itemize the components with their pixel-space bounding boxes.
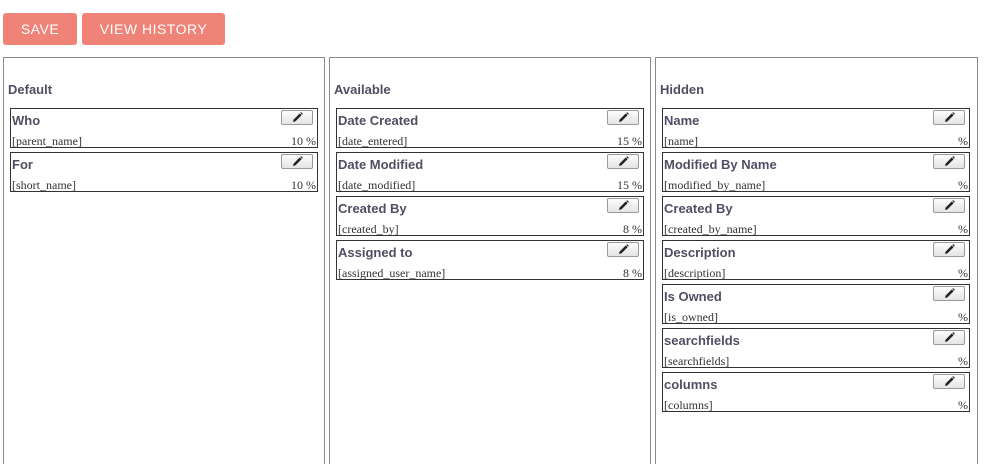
field-name: [modified_by_name] xyxy=(664,178,766,192)
field-item[interactable]: Created By [created_by] 8 % xyxy=(336,196,644,236)
field-name: [short_name] xyxy=(12,178,76,192)
edit-field-button[interactable] xyxy=(607,110,639,125)
available-panel: Available Date Created [date_entered] 15 %… xyxy=(329,57,651,464)
field-label: searchfields xyxy=(664,333,740,348)
field-item[interactable]: Created By [created_by_name]% xyxy=(662,196,970,236)
edit-field-button[interactable] xyxy=(933,242,965,257)
field-label: Is Owned xyxy=(664,289,722,304)
pencil-icon xyxy=(945,332,955,342)
panel-title: Default xyxy=(8,82,53,97)
field-width: % xyxy=(958,134,968,148)
view-history-button[interactable]: VIEW HISTORY xyxy=(82,13,225,45)
pencil-icon xyxy=(945,376,955,386)
field-name: [created_by] xyxy=(338,222,399,236)
field-name: [date_entered] xyxy=(338,134,408,148)
field-width: 15 % xyxy=(617,178,642,192)
field-item[interactable]: Name [name]% xyxy=(662,108,970,148)
field-name: [description] xyxy=(664,266,726,280)
field-item[interactable]: Date Created [date_entered] 15 % xyxy=(336,108,644,148)
field-width: % xyxy=(958,222,968,236)
field-item[interactable]: Who [parent_name] 10 % xyxy=(10,108,318,148)
field-label: For xyxy=(12,157,33,172)
field-item[interactable]: searchfields [searchfields]% xyxy=(662,328,970,368)
field-item[interactable]: Assigned to [assigned_user_name] 8 % xyxy=(336,240,644,280)
field-label: Assigned to xyxy=(338,245,413,260)
field-label: Who xyxy=(12,113,41,128)
edit-field-button[interactable] xyxy=(933,154,965,169)
field-name: [name] xyxy=(664,134,698,148)
edit-field-button[interactable] xyxy=(933,374,965,389)
field-label: Modified By Name xyxy=(664,157,777,172)
hidden-panel: Hidden Name [name]% Modified By Name [modif… xyxy=(655,57,978,464)
pencil-icon xyxy=(619,200,629,210)
field-label: Date Modified xyxy=(338,157,424,172)
field-list: Date Created [date_entered] 15 % Date Modif… xyxy=(336,108,644,284)
field-width: % xyxy=(958,398,968,412)
field-label: Name xyxy=(664,113,700,128)
field-label: columns xyxy=(664,377,718,392)
field-item[interactable]: Is Owned [is_owned]% xyxy=(662,284,970,324)
pencil-icon xyxy=(945,200,955,210)
field-name: [parent_name] xyxy=(12,134,82,148)
save-button[interactable]: SAVE xyxy=(3,13,77,45)
pencil-icon xyxy=(619,112,629,122)
edit-field-button[interactable] xyxy=(933,198,965,213)
pencil-icon xyxy=(293,112,303,122)
field-item[interactable]: Modified By Name [modified_by_name]% xyxy=(662,152,970,192)
field-label: Date Created xyxy=(338,113,419,128)
panel-title: Hidden xyxy=(660,82,705,97)
pencil-icon xyxy=(945,288,955,298)
panel-title: Available xyxy=(334,82,391,97)
field-width: % xyxy=(958,310,968,324)
field-label: Description xyxy=(664,245,736,260)
pencil-icon xyxy=(945,112,955,122)
field-name: [columns] xyxy=(664,398,713,412)
edit-field-button[interactable] xyxy=(281,154,313,169)
edit-field-button[interactable] xyxy=(933,330,965,345)
pencil-icon xyxy=(945,156,955,166)
field-item[interactable]: columns [columns]% xyxy=(662,372,970,412)
field-width: 10 % xyxy=(291,134,316,148)
edit-field-button[interactable] xyxy=(607,198,639,213)
field-item[interactable]: Description [description]% xyxy=(662,240,970,280)
edit-field-button[interactable] xyxy=(281,110,313,125)
field-name: [searchfields] xyxy=(664,354,730,368)
edit-field-button[interactable] xyxy=(933,110,965,125)
field-name: [created_by_name] xyxy=(664,222,757,236)
field-width: % xyxy=(958,266,968,280)
field-list: Who [parent_name] 10 % For [short_name] 10 % xyxy=(10,108,318,196)
field-width: % xyxy=(958,354,968,368)
field-name: [date_modified] xyxy=(338,178,416,192)
edit-field-button[interactable] xyxy=(607,242,639,257)
field-item[interactable]: For [short_name] 10 % xyxy=(10,152,318,192)
field-list: Name [name]% Modified By Name [modified_by_… xyxy=(662,108,970,416)
edit-field-button[interactable] xyxy=(607,154,639,169)
field-label: Created By xyxy=(338,201,407,216)
field-width: 10 % xyxy=(291,178,316,192)
pencil-icon xyxy=(619,244,629,254)
field-item[interactable]: Date Modified [date_modified] 15 % xyxy=(336,152,644,192)
field-width: % xyxy=(958,178,968,192)
pencil-icon xyxy=(945,244,955,254)
pencil-icon xyxy=(619,156,629,166)
field-width: 8 % xyxy=(623,266,642,280)
field-width: 8 % xyxy=(623,222,642,236)
pencil-icon xyxy=(293,156,303,166)
field-label: Created By xyxy=(664,201,733,216)
default-panel: Default Who [parent_name] 10 % For [short_na… xyxy=(3,57,325,464)
field-width: 15 % xyxy=(617,134,642,148)
field-name: [assigned_user_name] xyxy=(338,266,446,280)
field-name: [is_owned] xyxy=(664,310,718,324)
edit-field-button[interactable] xyxy=(933,286,965,301)
